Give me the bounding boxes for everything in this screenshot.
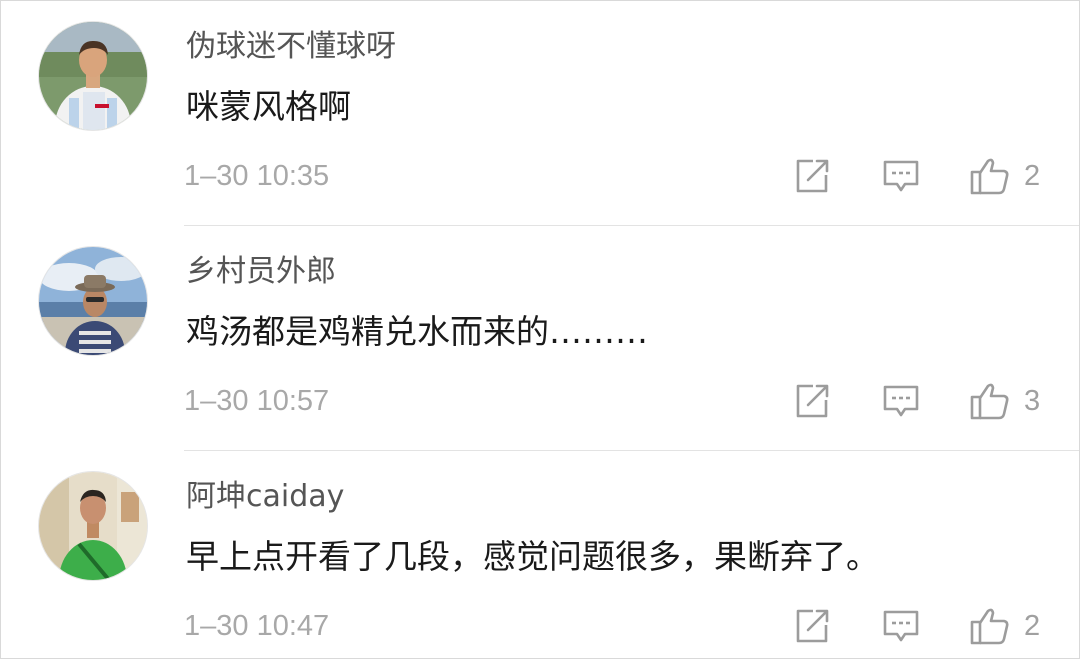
comment-timestamp: 1–30 10:35 xyxy=(184,160,330,192)
comment-item: 乡村员外郎 鸡汤都是鸡精兑水而来的……… 1–30 10:57 3 xyxy=(1,226,1079,451)
comment-timestamp: 1–30 10:57 xyxy=(184,385,330,417)
man-with-hat-avatar-image xyxy=(39,247,147,355)
like-button[interactable]: 3 xyxy=(968,380,1040,422)
like-button[interactable]: 2 xyxy=(968,605,1040,647)
comment-text: 早上点开看了几段，感觉问题很多，果断弃了。 xyxy=(186,537,879,576)
soccer-player-avatar-image xyxy=(39,22,147,130)
comment-item: 阿坤caiday 早上点开看了几段，感觉问题很多，果断弃了。 1–30 10:4… xyxy=(1,451,1079,658)
like-count: 2 xyxy=(1024,159,1041,192)
reply-button[interactable] xyxy=(881,155,921,197)
comment-username[interactable]: 伪球迷不懂球呀 xyxy=(186,27,396,67)
avatar[interactable] xyxy=(39,247,147,355)
comment-timestamp: 1–30 10:47 xyxy=(184,610,330,642)
comment-item: 伪球迷不懂球呀 咪蒙风格啊 1–30 10:35 2 xyxy=(1,1,1079,226)
forward-icon xyxy=(796,159,829,193)
reply-button[interactable] xyxy=(881,605,921,647)
comment-username[interactable]: 乡村员外郎 xyxy=(186,252,336,292)
comment-list: 伪球迷不懂球呀 咪蒙风格啊 1–30 10:35 2 乡村员外郎 鸡汤都是鸡精兑… xyxy=(0,0,1080,659)
comment-text: 鸡汤都是鸡精兑水而来的……… xyxy=(186,312,648,351)
reply-icon xyxy=(883,385,919,417)
man-green-shirt-avatar-image xyxy=(39,472,147,580)
comment-username[interactable]: 阿坤caiday xyxy=(186,477,344,517)
avatar[interactable] xyxy=(39,22,147,130)
comment-text: 咪蒙风格啊 xyxy=(186,87,351,126)
thumbs-up-icon xyxy=(970,158,1009,195)
forward-icon xyxy=(796,384,829,418)
like-count: 3 xyxy=(1024,384,1041,417)
avatar[interactable] xyxy=(39,472,147,580)
forward-button[interactable] xyxy=(793,605,831,647)
forward-button[interactable] xyxy=(793,380,831,422)
forward-button[interactable] xyxy=(793,155,831,197)
reply-icon xyxy=(883,160,919,192)
like-button[interactable]: 2 xyxy=(968,155,1040,197)
like-count: 2 xyxy=(1024,609,1041,642)
reply-icon xyxy=(883,610,919,642)
thumbs-up-icon xyxy=(970,383,1009,420)
thumbs-up-icon xyxy=(970,608,1009,645)
forward-icon xyxy=(796,609,829,643)
reply-button[interactable] xyxy=(881,380,921,422)
